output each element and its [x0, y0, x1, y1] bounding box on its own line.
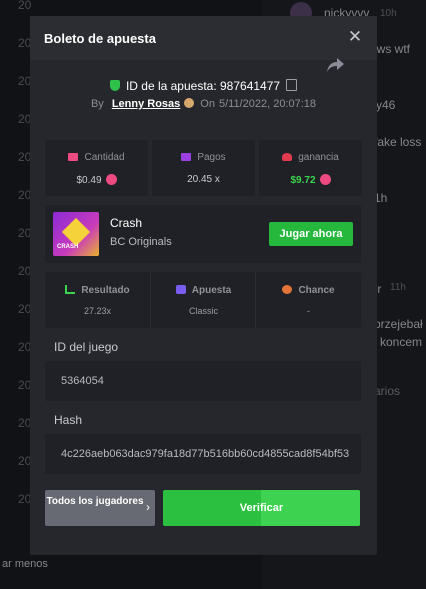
thumbnail-tag: CRASH — [57, 244, 79, 250]
stat-label: Pagos — [152, 152, 255, 163]
result-column: Resultado 27.23x — [45, 272, 150, 328]
play-now-button[interactable]: Jugar ahora — [269, 222, 353, 246]
chance-label-text: Chance — [298, 285, 335, 296]
verify-button[interactable]: Verificar — [163, 490, 360, 526]
bet-id-label: ID de la apuesta: 987641477 — [125, 79, 281, 93]
payout-icon — [181, 153, 192, 161]
bet-icon — [175, 285, 186, 294]
verify-label: Verificar — [239, 502, 284, 514]
shield-icon — [109, 80, 120, 91]
stat-label: Cantidad — [45, 152, 148, 163]
stat-profit: ganancia $9.72 — [259, 140, 362, 196]
game-card: CRASH Crash BC Originals Jugar ahora — [45, 205, 361, 263]
chance-column: Chance - — [255, 272, 361, 328]
crash-game-thumbnail[interactable]: CRASH — [53, 212, 99, 256]
burst-graphic — [61, 217, 91, 247]
result-icon — [65, 285, 76, 294]
bet-label-text: Apuesta — [191, 285, 232, 296]
result-value: 27.23x — [83, 306, 112, 316]
close-icon[interactable]: ✕ — [345, 27, 365, 47]
result-panel: Resultado 27.23x Apuesta Classic Chance … — [45, 272, 361, 328]
share-icon[interactable] — [326, 56, 346, 74]
game-id-label: ID del juego — [54, 340, 119, 354]
chance-value: - — [307, 306, 310, 316]
stat-label-text: Pagos — [197, 152, 226, 163]
bet-author-row: By Lenny Rosas On 5/11/2022, 20:07:18 — [30, 98, 377, 110]
stat-value-text: $0.49 — [76, 175, 102, 186]
bet-id-row: ID de la apuesta: 987641477 — [30, 79, 377, 93]
copy-icon[interactable] — [286, 79, 298, 91]
modal-title: Boleto de apuesta — [44, 31, 156, 46]
bet-column: Apuesta Classic — [150, 272, 256, 328]
user-link[interactable]: Lenny Rosas — [112, 98, 180, 110]
on-prefix: On — [200, 98, 215, 110]
all-players-label: Todos los jugadores — [46, 496, 144, 507]
game-name: Crash — [110, 216, 143, 230]
currency-icon — [105, 174, 117, 185]
by-prefix: By — [90, 98, 104, 110]
coins-icon — [68, 153, 79, 161]
stat-label-text: Cantidad — [84, 152, 125, 163]
bet-label: Apuesta — [151, 285, 256, 296]
chevron-right-icon: › — [146, 500, 150, 514]
chance-icon — [282, 285, 293, 294]
user-avatar-icon — [184, 98, 195, 108]
stat-value-text: $9.72 — [290, 175, 316, 186]
bet-slip-modal: Boleto de apuesta ✕ ID de la apuesta: 98… — [30, 16, 377, 555]
stat-value: $9.72 — [259, 174, 362, 186]
hash-label: Hash — [54, 413, 83, 427]
result-label-text: Resultado — [81, 285, 130, 296]
stat-payout: Pagos 20.45 x — [152, 140, 255, 196]
game-provider: BC Originals — [110, 236, 172, 248]
profit-icon — [282, 153, 293, 161]
hash-field[interactable]: 4c226aeb063dac979fa18d77b516bb60cd4855ca… — [45, 434, 361, 474]
all-players-button[interactable]: Todos los jugadores › — [45, 490, 155, 526]
currency-icon — [319, 174, 331, 185]
chance-label: Chance — [256, 285, 361, 296]
stat-value: 20.45 x — [152, 174, 255, 185]
stat-label: ganancia — [259, 152, 362, 163]
bet-date: 5/11/2022, 20:07:18 — [218, 98, 317, 110]
stat-label-text: ganancia — [298, 152, 339, 163]
game-id-field[interactable]: 5364054 — [45, 361, 361, 401]
stat-amount: Cantidad $0.49 — [45, 140, 148, 196]
stat-value: $0.49 — [45, 174, 148, 186]
result-label: Resultado — [45, 285, 150, 296]
bet-value: Classic — [188, 306, 218, 316]
modal-header: Boleto de apuesta ✕ — [30, 16, 377, 60]
stat-value-text: 20.45 x — [187, 174, 220, 185]
